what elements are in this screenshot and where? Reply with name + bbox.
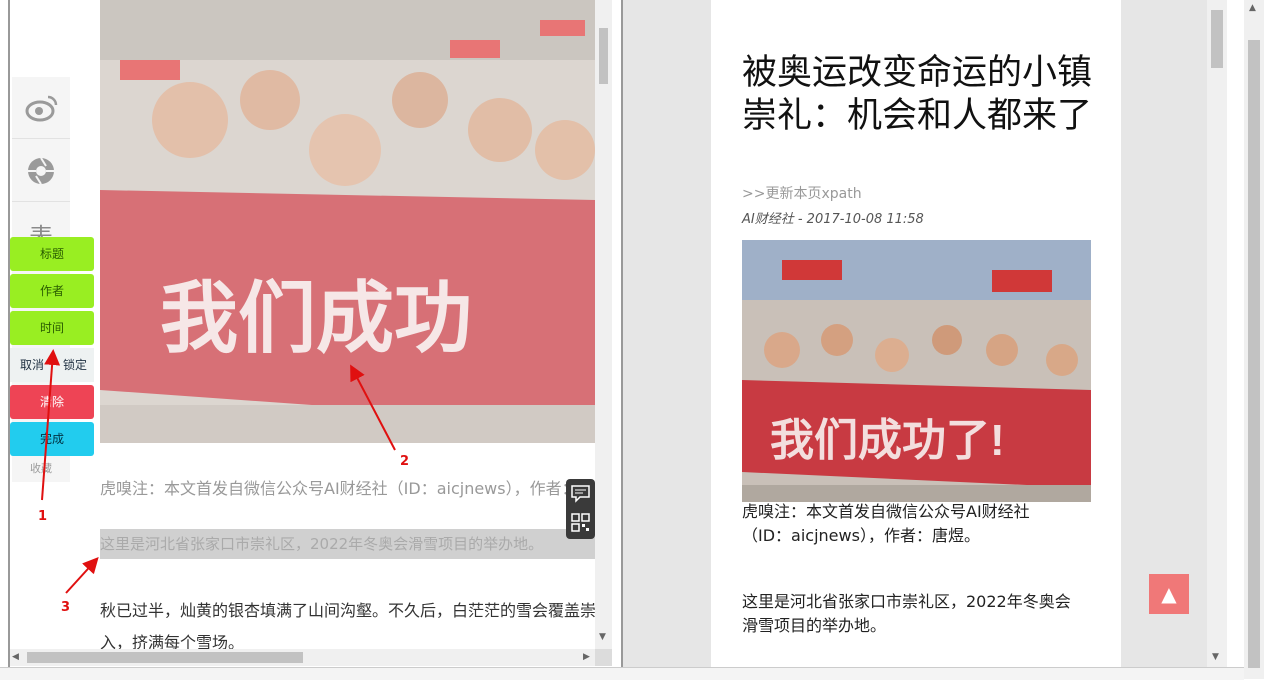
paragraph-line: （ID：aicjnews），作者：唐煜。 <box>742 526 980 545</box>
scroll-down-arrow-icon[interactable]: ▼ <box>1212 652 1219 662</box>
paragraph-line: 这里是河北省张家口市崇礼区，2022年冬奥会 <box>742 592 1071 611</box>
scroll-up-arrow-icon[interactable]: ▲ <box>1249 3 1256 13</box>
window-bottom-edge <box>0 667 1244 680</box>
right-vertical-scroll-thumb[interactable] <box>1211 10 1223 68</box>
article-title: 被奥运改变命运的小镇崇礼：机会和人都来了 <box>742 53 1093 136</box>
annotation-marker-2: 2 <box>400 454 410 469</box>
paragraph-line: 虎嗅注：本文首发自微信公众号AI财经社 <box>742 502 1030 521</box>
annotation-marker-3: 3 <box>61 600 71 615</box>
banner-text-right: 我们成功了! <box>770 416 1005 465</box>
window-vertical-scroll-thumb[interactable] <box>1248 40 1260 668</box>
article-photo-right: 我们成功了! <box>742 240 1091 502</box>
update-xpath-link[interactable]: >>更新本页xpath <box>742 183 862 203</box>
annotation-marker-1: 1 <box>38 509 48 524</box>
back-to-top-button[interactable]: ▲ <box>1149 574 1189 614</box>
paragraph-intro-right: 这里是河北省张家口市崇礼区，2022年冬奥会 滑雪项目的举办地。 <box>742 590 1087 638</box>
crowd-photo: 我们成功了! <box>742 240 1091 502</box>
paragraph-note-right: 虎嗅注：本文首发自微信公众号AI财经社 （ID：aicjnews），作者：唐煜。 <box>742 500 1087 548</box>
paragraph-line: 滑雪项目的举办地。 <box>742 616 887 635</box>
right-vertical-scrollbar[interactable] <box>1207 0 1227 667</box>
annotation-arrows <box>41 349 396 594</box>
article-byline: AI财经社 - 2017-10-08 11:58 <box>742 212 924 227</box>
